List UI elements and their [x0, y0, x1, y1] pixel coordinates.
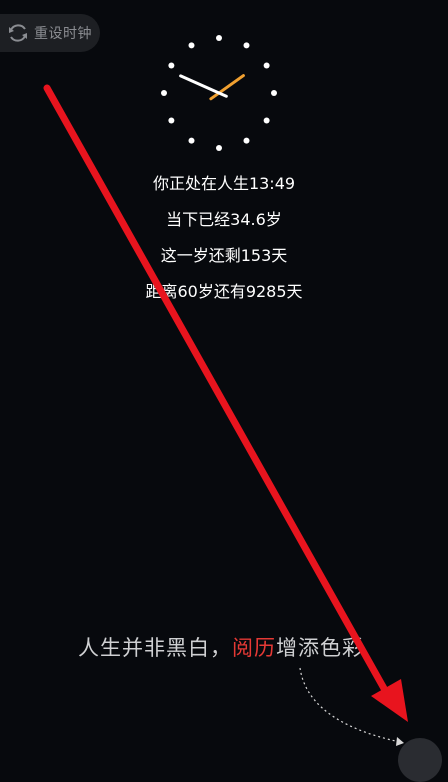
age-text: 当下已经34.6岁 [166, 210, 282, 229]
clock-hour-dot [188, 137, 195, 144]
slogan-part2: 增添色彩 [276, 636, 364, 660]
red-arrow-head [371, 679, 408, 722]
clock-hour-dot [161, 90, 167, 96]
clock-hour-dot [216, 35, 222, 41]
slogan-accent: 阅历 [232, 636, 276, 660]
clock-minute-hand [179, 74, 228, 98]
corner-action-button[interactable] [398, 738, 442, 782]
clock-hour-dot [263, 62, 270, 69]
life-info: 你正处在人生13:49 当下已经34.6岁 这一岁还剩153天 距离60岁还有9… [0, 170, 448, 314]
days-to-60-text: 距离60岁还有9285天 [145, 282, 303, 301]
dashed-curve [299, 667, 401, 743]
analog-clock [161, 35, 277, 151]
refresh-icon [6, 21, 30, 45]
clock-hour-dot [216, 145, 222, 151]
clock-hour-dot [243, 42, 250, 49]
clock-hour-dot [263, 117, 270, 124]
life-time-text: 你正处在人生13:49 [152, 174, 296, 193]
reset-clock-label: 重设时钟 [34, 26, 92, 42]
clock-hour-dot [271, 90, 277, 96]
clock-hour-dot [243, 137, 250, 144]
slogan: 人生并非黑白，阅历增添色彩 [78, 632, 364, 662]
clock-hour-dot [168, 117, 175, 124]
clock-hour-dot [168, 62, 175, 69]
clock-hour-dot [188, 42, 195, 49]
slogan-part1: 人生并非黑白， [78, 636, 232, 660]
days-left-this-year-text: 这一岁还剩153天 [160, 246, 288, 265]
reset-clock-button[interactable]: 重设时钟 [0, 14, 100, 52]
